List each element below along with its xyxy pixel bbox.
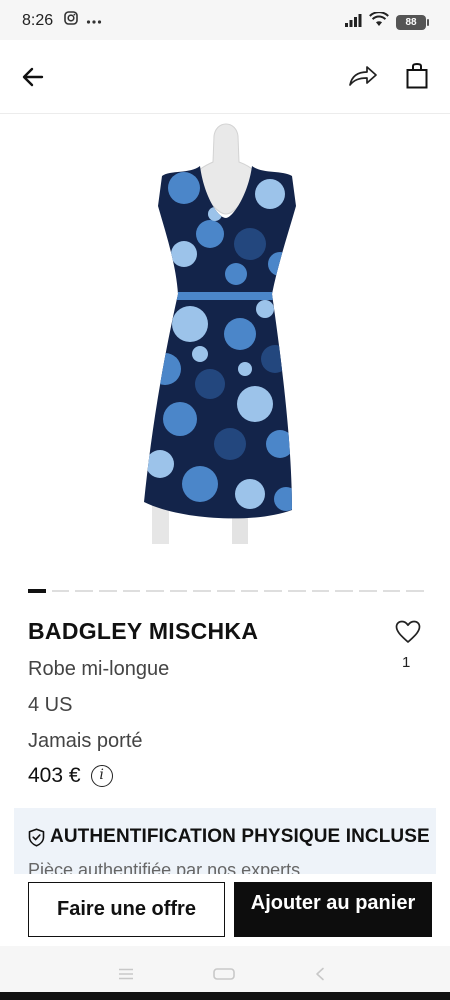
product-price: 403 € — [28, 764, 81, 787]
carousel-dot[interactable] — [28, 589, 46, 593]
app-header — [0, 40, 450, 114]
carousel-dot[interactable] — [75, 590, 93, 592]
make-offer-button[interactable]: Faire une offre — [28, 882, 225, 937]
product-condition: Jamais porté — [28, 730, 143, 752]
home-icon[interactable] — [213, 968, 235, 980]
carousel-dot[interactable] — [406, 590, 424, 592]
instagram-icon — [64, 11, 78, 30]
likes-count: 1 — [402, 654, 411, 671]
shield-check-icon — [28, 827, 45, 847]
status-right-icons: 88 — [344, 11, 429, 32]
status-left-icons — [64, 11, 102, 30]
carousel-dot[interactable] — [335, 590, 353, 592]
carousel-dot[interactable] — [98, 590, 117, 592]
carousel-dot[interactable] — [288, 590, 306, 592]
auth-title-row: AUTHENTIFICATION PHYSIQUE INCLUSE — [28, 826, 430, 848]
carousel-dot[interactable] — [146, 590, 164, 592]
carousel-dot[interactable] — [122, 590, 141, 592]
carousel-dot[interactable] — [169, 590, 188, 592]
share-icon — [349, 66, 377, 86]
action-bar: Faire une offre Ajouter au panier — [0, 874, 450, 946]
image-carousel-indicator[interactable] — [28, 589, 424, 593]
battery-icon: 88 — [396, 14, 429, 30]
back-button[interactable] — [18, 62, 48, 92]
carousel-dot[interactable] — [217, 590, 235, 592]
auth-subtitle: Pièce authentifiée par nos experts — [28, 860, 301, 874]
signal-icon — [344, 13, 362, 32]
product-brand[interactable]: BADGLEY MISCHKA — [28, 618, 258, 645]
status-time: 8:26 — [22, 12, 54, 29]
carousel-dot[interactable] — [382, 590, 401, 592]
heart-icon — [395, 620, 421, 643]
system-nav-bar — [0, 946, 450, 992]
price-row: 403 € i — [28, 764, 113, 788]
add-to-cart-button[interactable]: Ajouter au panier — [234, 882, 432, 937]
status-bar: 8:26 88 — [0, 0, 450, 40]
product-size: 4 US — [28, 694, 73, 716]
back-arrow-icon — [22, 67, 44, 87]
wifi-icon — [369, 11, 389, 32]
shopping-bag-icon — [406, 63, 428, 89]
more-dots-icon — [86, 12, 102, 30]
carousel-dot[interactable] — [311, 590, 330, 592]
info-icon[interactable]: i — [90, 765, 113, 787]
share-button[interactable] — [346, 60, 380, 92]
authentication-banner[interactable]: AUTHENTIFICATION PHYSIQUE INCLUSE Pièce … — [14, 808, 436, 874]
carousel-dot[interactable] — [51, 590, 70, 592]
product-image[interactable] — [0, 114, 450, 574]
auth-title: AUTHENTIFICATION PHYSIQUE INCLUSE — [50, 826, 430, 847]
product-category: Robe mi-longue — [28, 658, 170, 680]
back-icon[interactable] — [314, 967, 326, 981]
carousel-dot[interactable] — [358, 590, 377, 592]
shopping-bag-button[interactable] — [402, 60, 432, 92]
carousel-dot[interactable] — [264, 590, 283, 592]
system-bottom-strip — [0, 992, 450, 1000]
menu-icon[interactable] — [118, 968, 134, 980]
carousel-dot[interactable] — [193, 590, 212, 592]
favorite-button[interactable] — [394, 618, 422, 646]
carousel-dot[interactable] — [240, 590, 259, 592]
